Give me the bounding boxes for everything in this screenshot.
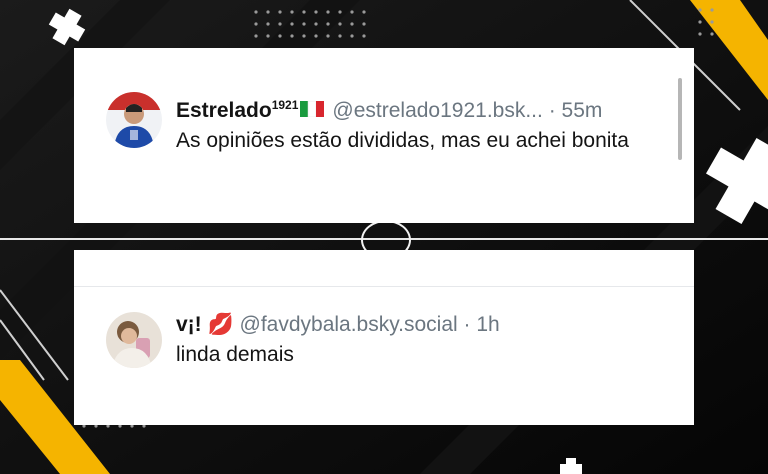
post-separator [74,250,694,287]
post-text: linda demais [176,343,294,366]
avatar[interactable] [106,92,162,148]
italy-flag-icon [300,101,325,118]
avatar-person-photo [106,312,162,368]
avatar[interactable] [106,312,162,368]
author-name[interactable]: v¡! 💋 [176,313,234,336]
post-text: As opiniões estão divididas, mas eu ache… [176,129,629,152]
scrollbar[interactable] [678,78,682,160]
author-handle[interactable]: @estrelado1921.bsk... [332,99,542,122]
post-header: Estrelado1921 @estrelado1921.bsk... · 55m [176,92,674,124]
post-header: v¡! 💋 @favdybala.bsky.social · 1h [176,312,674,338]
author-name-superscript: 1921 [271,98,299,112]
post-time[interactable]: · 1h [464,313,500,336]
avatar-person-blue-jersey [106,92,162,148]
post-card-top: Estrelado1921 @estrelado1921.bsk... · 55m… [74,48,694,223]
author-handle[interactable]: @favdybala.bsky.social [240,313,458,336]
post-time[interactable]: · 55m [549,99,603,122]
post-card-bottom: v¡! 💋 @favdybala.bsky.social · 1h linda … [74,250,694,425]
author-name[interactable]: Estrelado [176,99,272,122]
